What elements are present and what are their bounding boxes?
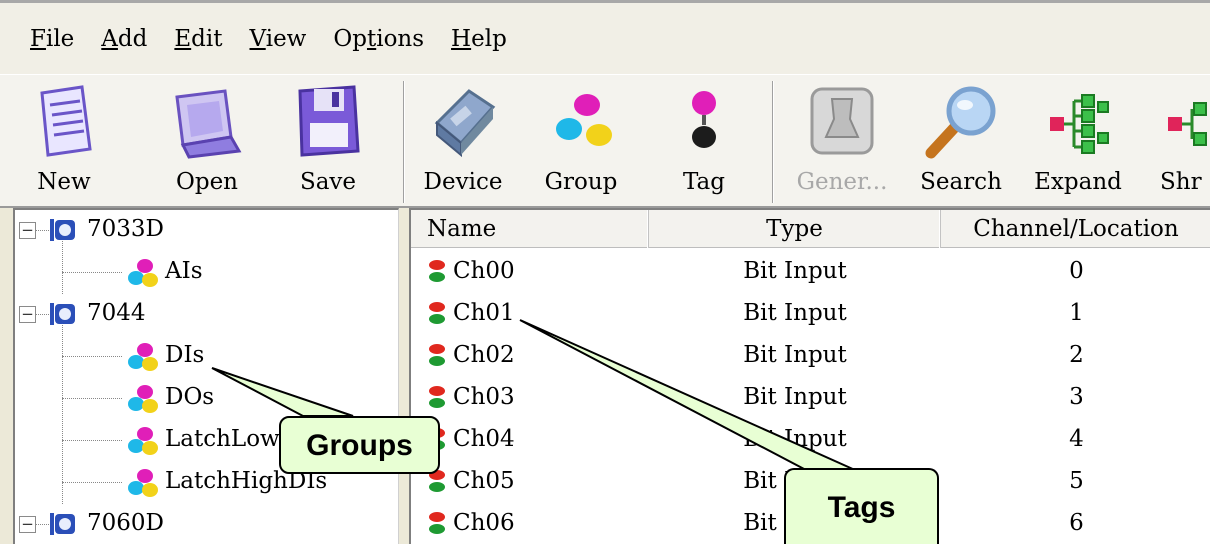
menu-help[interactable]: Help <box>451 26 507 52</box>
tag-name: Ch02 <box>453 342 515 368</box>
menu-edit[interactable]: Edit <box>174 26 222 52</box>
tag-channel: 4 <box>1069 426 1084 452</box>
group-icon <box>128 427 158 455</box>
group-icon <box>556 94 612 146</box>
menu-bar: File Add Edit View Options Help <box>0 0 1210 74</box>
tag-name: Ch00 <box>453 258 515 284</box>
device-icon <box>50 219 75 241</box>
table-row[interactable]: Ch02 Bit Input 2 <box>411 334 1210 376</box>
shrink-tree-icon <box>1168 102 1207 146</box>
tag-name: Ch01 <box>453 300 515 326</box>
search-button[interactable]: Search <box>915 75 1007 207</box>
tree-device-7060d[interactable]: 7060D <box>87 510 164 536</box>
column-header-channel[interactable]: Channel/Location <box>941 210 1210 248</box>
list-header: Name Type Channel/Location <box>411 210 1210 248</box>
tag-channel: 5 <box>1069 468 1084 494</box>
pane-splitter[interactable] <box>399 208 409 544</box>
table-row[interactable]: Ch03 Bit Input 3 <box>411 376 1210 418</box>
tag-name: Ch05 <box>453 468 515 494</box>
device-tree[interactable]: − 7033D AIs − 7044 DIs DOs LatchLowDIs L… <box>13 208 399 544</box>
menu-view[interactable]: View <box>250 26 307 52</box>
device-icon <box>50 513 75 535</box>
tag-icon <box>429 512 445 534</box>
tag-name: Ch03 <box>453 384 515 410</box>
add-device-button[interactable]: Device <box>413 75 513 207</box>
device-icon <box>50 303 75 325</box>
tree-group-ais[interactable]: AIs <box>165 258 203 284</box>
toolbar: New Open Save Device Group Tag Gener... … <box>0 74 1210 208</box>
open-button[interactable]: Open <box>161 75 253 207</box>
group-icon <box>128 385 158 413</box>
tag-channel: 2 <box>1069 342 1084 368</box>
tag-type: Bit Input <box>743 342 847 368</box>
tree-connector <box>62 482 122 483</box>
toolbar-separator <box>772 81 774 203</box>
tag-icon <box>429 302 445 324</box>
new-button[interactable]: New <box>18 75 110 207</box>
expand-button[interactable]: Expand <box>1030 75 1126 207</box>
collapse-toggle[interactable]: − <box>19 222 36 239</box>
tree-connector <box>62 272 122 273</box>
tag-channel: 1 <box>1069 300 1084 326</box>
table-row[interactable]: Ch04 Bit Input 4 <box>411 418 1210 460</box>
toolbar-separator <box>403 81 405 203</box>
group-icon <box>128 259 158 287</box>
magnifier-icon <box>925 86 996 159</box>
tree-device-7033d[interactable]: 7033D <box>87 216 164 242</box>
tags-callout: Tags <box>784 468 939 544</box>
new-document-icon <box>40 85 92 157</box>
tag-icon <box>692 91 716 148</box>
column-header-name[interactable]: Name <box>411 210 649 248</box>
tree-group-dos[interactable]: DOs <box>165 384 214 410</box>
column-header-type[interactable]: Type <box>649 210 941 248</box>
menu-add[interactable]: Add <box>101 26 147 52</box>
tag-name: Ch06 <box>453 510 515 536</box>
tag-type: Bit Input <box>743 300 847 326</box>
tag-icon <box>429 260 445 282</box>
collapse-toggle[interactable]: − <box>19 306 36 323</box>
tag-type: Bit Input <box>743 384 847 410</box>
tag-type: Bit Input <box>743 426 847 452</box>
tree-device-7044[interactable]: 7044 <box>87 300 146 326</box>
collapse-toggle[interactable]: − <box>19 516 36 533</box>
group-icon <box>128 343 158 371</box>
table-row[interactable]: Ch01 Bit Input 1 <box>411 292 1210 334</box>
open-folder-icon <box>175 89 242 159</box>
tree-connector <box>62 238 63 294</box>
save-button[interactable]: Save <box>282 75 374 207</box>
generate-button[interactable]: Gener... <box>792 75 892 207</box>
tag-channel: 6 <box>1069 510 1084 536</box>
wrench-icon <box>810 87 874 155</box>
tree-connector <box>62 356 122 357</box>
tag-icon <box>429 344 445 366</box>
expand-tree-icon <box>1050 94 1109 154</box>
tag-channel: 0 <box>1069 258 1084 284</box>
tag-name: Ch04 <box>453 426 515 452</box>
shrink-button[interactable]: Shr <box>1150 75 1210 207</box>
menu-options[interactable]: Options <box>333 26 424 52</box>
add-tag-button[interactable]: Tag <box>670 75 738 207</box>
tag-type: Bit Input <box>743 258 847 284</box>
tag-channel: 3 <box>1069 384 1084 410</box>
tree-group-dis[interactable]: DIs <box>165 342 204 368</box>
tag-icon <box>429 386 445 408</box>
table-row[interactable]: Ch00 Bit Input 0 <box>411 250 1210 292</box>
group-icon <box>128 469 158 497</box>
add-group-button[interactable]: Group <box>535 75 627 207</box>
tree-connector <box>62 322 63 504</box>
save-floppy-icon <box>298 85 360 157</box>
groups-callout: Groups <box>279 416 440 474</box>
tree-connector <box>62 398 122 399</box>
tree-connector <box>62 440 122 441</box>
device-module-icon <box>434 89 496 158</box>
menu-file[interactable]: File <box>30 26 74 52</box>
